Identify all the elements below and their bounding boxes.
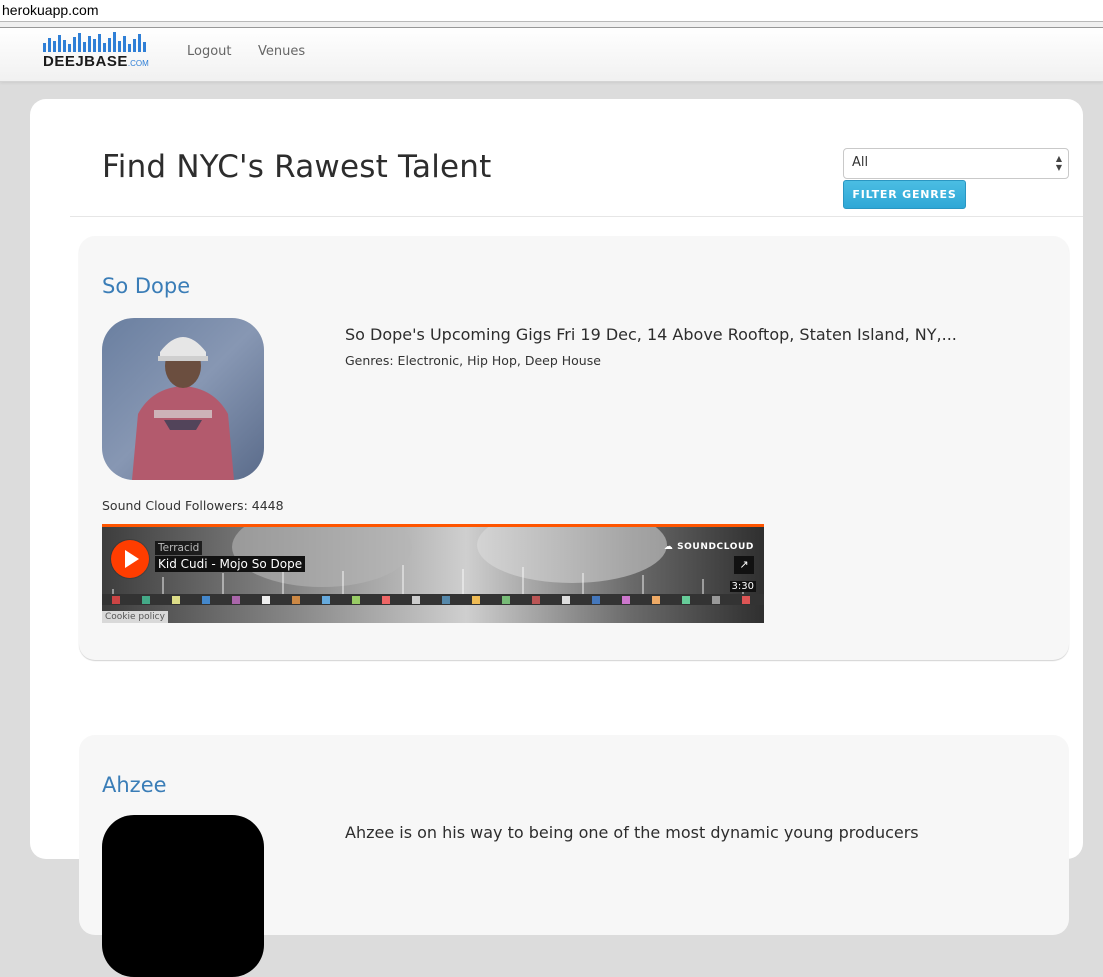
title-divider xyxy=(70,216,1083,217)
genre-select-value: All xyxy=(852,155,869,170)
cloud-icon: ☁ xyxy=(663,542,674,552)
upcoming-gigs-text: So Dope's Upcoming Gigs Fri 19 Dec, 14 A… xyxy=(345,325,957,344)
artist-card: Ahzee Ahzee is on his way to being one o… xyxy=(79,735,1069,977)
artist-name-link[interactable]: So Dope xyxy=(102,274,190,298)
browser-url-bar[interactable]: herokuapp.com xyxy=(0,0,1103,22)
logo-wordmark: DEEJBASE.COM xyxy=(43,53,149,70)
artist-card: So Dope So Dope's Upcoming Gigs Fri 19 D… xyxy=(79,236,1069,660)
genre-select[interactable]: All ▲ ▼ xyxy=(843,148,1069,179)
soundcloud-track-title[interactable]: Kid Cudi - Mojo So Dope xyxy=(155,556,306,572)
cookie-policy-link[interactable]: Cookie policy xyxy=(102,611,168,623)
top-navbar: DEEJBASE.COM Logout Venues xyxy=(0,28,1103,82)
play-button-icon[interactable] xyxy=(111,540,149,578)
url-text: herokuapp.com xyxy=(2,2,99,18)
venues-link[interactable]: Venues xyxy=(258,44,305,59)
soundcloud-player[interactable]: Terracid Kid Cudi - Mojo So Dope ☁ SOUND… xyxy=(102,524,764,623)
logout-link[interactable]: Logout xyxy=(187,44,232,59)
soundcloud-logo[interactable]: ☁ SOUNDCLOUD xyxy=(664,542,754,552)
artist-avatar[interactable] xyxy=(102,815,264,977)
artist-bio-text: Ahzee is on his way to being one of the … xyxy=(345,823,919,842)
track-duration: 3:30 xyxy=(729,581,756,592)
share-icon[interactable]: ↗ xyxy=(734,556,754,574)
artist-avatar[interactable] xyxy=(102,318,264,480)
filter-genres-button[interactable]: FILTER GENRES xyxy=(843,180,966,209)
page-title: Find NYC's Rawest Talent xyxy=(102,149,492,185)
main-content: Find NYC's Rawest Talent All ▲ ▼ FILTER G… xyxy=(30,99,1083,977)
soundcloud-user-name[interactable]: Terracid xyxy=(155,541,203,555)
artist-name-link[interactable]: Ahzee xyxy=(102,773,167,797)
equalizer-logo-icon xyxy=(43,32,159,52)
soundcloud-followers: Sound Cloud Followers: 4448 xyxy=(102,498,284,513)
select-arrows-icon: ▲ ▼ xyxy=(1055,154,1062,172)
deejbase-logo[interactable]: DEEJBASE.COM xyxy=(43,32,159,72)
genres-text: Genres: Electronic, Hip Hop, Deep House xyxy=(345,353,601,368)
